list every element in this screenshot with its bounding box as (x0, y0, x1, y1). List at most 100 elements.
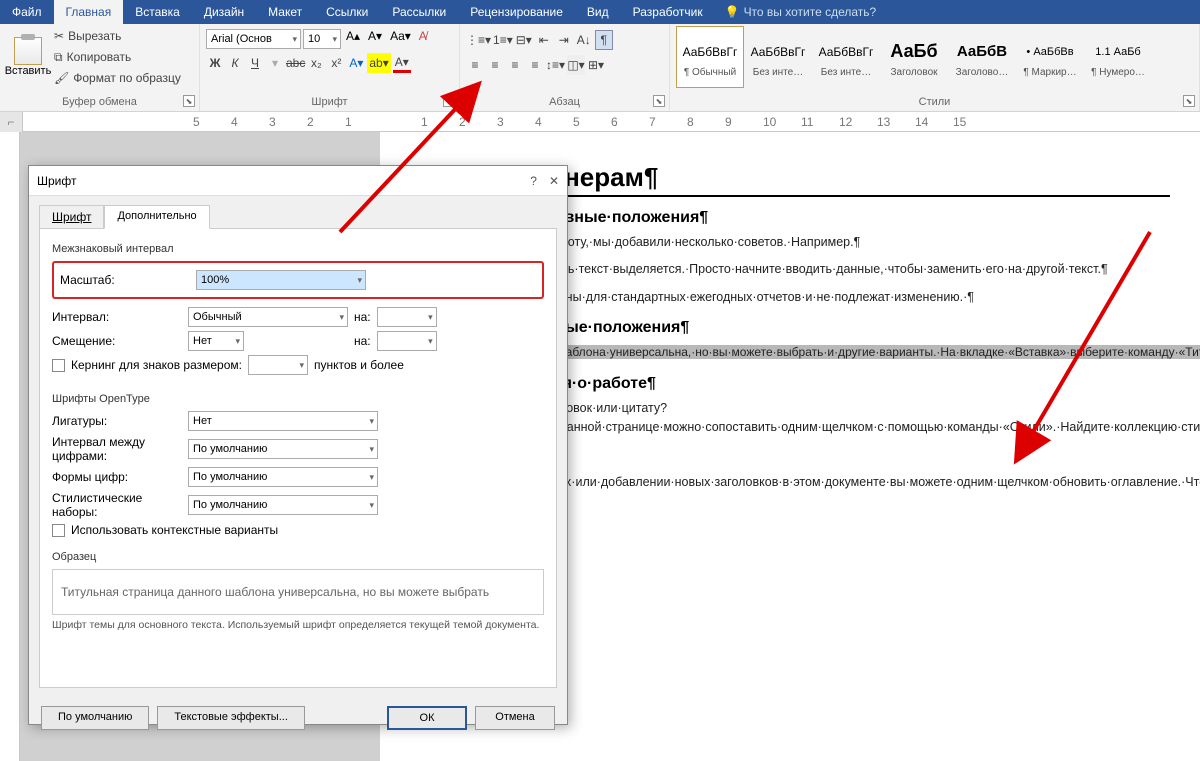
tab-font[interactable]: Шрифт (39, 205, 104, 229)
scale-label: Масштаб: (60, 273, 190, 287)
menu-file[interactable]: Файл (0, 0, 54, 24)
horizontal-ruler[interactable]: 54321123456789101112131415 (23, 112, 1200, 132)
menu-insert[interactable]: Вставка (123, 0, 192, 24)
scale-combo[interactable]: 100% (196, 270, 366, 290)
menu-references[interactable]: Ссылки (314, 0, 380, 24)
tell-me[interactable]: 💡Что вы хотите сделать? (715, 0, 887, 24)
font-size-combo[interactable]: 10 (303, 29, 341, 49)
interval-label: Интервал: (52, 310, 182, 324)
align-center-icon[interactable]: ≡ (486, 55, 504, 75)
style-tile[interactable]: АаБбЗаголовок (880, 26, 948, 88)
group-font: Arial (Основ 10 A▴ A▾ Aa▾ A̸ Ж К Ч ▾ abc… (200, 24, 460, 111)
bold-button[interactable]: Ж (206, 53, 224, 73)
number-spacing-combo[interactable]: По умолчанию (188, 439, 378, 459)
offset-combo[interactable]: Нет (188, 331, 244, 351)
sort-icon[interactable]: A↓ (575, 30, 593, 50)
tab-advanced[interactable]: Дополнительно (104, 205, 209, 229)
number-form-combo[interactable]: По умолчанию (188, 467, 378, 487)
dialog-note: Шрифт темы для основного текста. Использ… (52, 619, 544, 631)
menu-developer[interactable]: Разработчик (621, 0, 715, 24)
style-tile[interactable]: АаБбВвГг¶ Обычный (676, 26, 744, 88)
stylistic-sets-combo[interactable]: По умолчанию (188, 495, 378, 515)
outdent-icon[interactable]: ⇤ (535, 30, 553, 50)
bulb-icon: 💡 (725, 5, 740, 19)
cancel-button[interactable]: Отмена (475, 706, 555, 730)
strike-button[interactable]: abc (286, 53, 305, 73)
style-tile[interactable]: • АаБбВв¶ Маркир… (1016, 26, 1084, 88)
menu-layout[interactable]: Макет (256, 0, 314, 24)
font-color-icon[interactable]: A▾ (393, 53, 411, 73)
copy-button[interactable]: ⧉Копировать (54, 47, 181, 67)
copy-icon: ⧉ (54, 50, 63, 65)
default-button[interactable]: По умолчанию (41, 706, 149, 730)
contextual-checkbox[interactable] (52, 524, 65, 537)
menu-home[interactable]: Главная (54, 0, 124, 24)
borders-icon[interactable]: ⊞▾ (587, 55, 605, 75)
numbering-icon[interactable]: 1≡▾ (493, 30, 513, 50)
indent-icon[interactable]: ⇥ (555, 30, 573, 50)
multilevel-icon[interactable]: ⊟▾ (515, 30, 533, 50)
clipboard-icon (14, 37, 42, 65)
ok-button[interactable]: ОК (387, 706, 467, 730)
help-icon[interactable]: ? (530, 174, 537, 188)
menu-mailings[interactable]: Рассылки (380, 0, 458, 24)
style-tile[interactable]: АаБбВвГгБез инте… (812, 26, 880, 88)
paragraph-dialog-launcher[interactable]: ⬊ (653, 95, 665, 107)
styles-dialog-launcher[interactable]: ⬊ (1183, 95, 1195, 107)
offset-value-spinner[interactable] (377, 331, 437, 351)
text-effects-icon[interactable]: A▾ (347, 53, 365, 73)
close-icon[interactable]: ✕ (549, 174, 559, 188)
cut-button[interactable]: ✂Вырезать (54, 26, 181, 46)
sample-preview: Титульная страница данного шаблона униве… (52, 569, 544, 615)
menu-view[interactable]: Вид (575, 0, 621, 24)
superscript-button[interactable]: x² (327, 53, 345, 73)
styles-gallery[interactable]: АаБбВвГг¶ ОбычныйАаБбВвГгБез инте…АаБбВв… (676, 26, 1193, 88)
brush-icon: 🖌 (54, 71, 69, 85)
text-effects-button[interactable]: Текстовые эффекты... (157, 706, 305, 730)
style-tile[interactable]: АаБбВЗаголово… (948, 26, 1016, 88)
justify-icon[interactable]: ≡ (526, 55, 544, 75)
style-tile[interactable]: 1.1 АаБб¶ Нумеро… (1084, 26, 1152, 88)
group-paragraph: ⋮≡▾ 1≡▾ ⊟▾ ⇤ ⇥ A↓ ¶ ≡ ≡ ≡ ≡ ↕≡▾ ◫▾ ⊞▾ Аб… (460, 24, 670, 111)
highlight-icon[interactable]: ab▾ (367, 53, 390, 73)
group-label: Буфер обмена (6, 94, 193, 111)
italic-button[interactable]: К (226, 53, 244, 73)
clipboard-dialog-launcher[interactable]: ⬊ (183, 95, 195, 107)
interval-value-spinner[interactable] (377, 307, 437, 327)
grow-font-icon[interactable]: A▴ (343, 29, 363, 49)
align-left-icon[interactable]: ≡ (466, 55, 484, 75)
shading-icon[interactable]: ◫▾ (567, 55, 585, 75)
ligatures-combo[interactable]: Нет (188, 411, 378, 431)
menubar: Файл Главная Вставка Дизайн Макет Ссылки… (0, 0, 1200, 24)
shrink-font-icon[interactable]: A▾ (365, 29, 385, 49)
clear-format-icon[interactable]: A̸ (416, 29, 430, 49)
spacing-group-title: Межзнаковый интервал (52, 243, 544, 255)
dialog-titlebar[interactable]: Шрифт ? ✕ (29, 166, 567, 196)
group-clipboard: Вставить ✂Вырезать ⧉Копировать 🖌Формат п… (0, 24, 200, 111)
bullets-icon[interactable]: ⋮≡▾ (466, 30, 491, 50)
group-styles: АаБбВвГг¶ ОбычныйАаБбВвГгБез инте…АаБбВв… (670, 24, 1200, 111)
font-dialog-launcher[interactable]: ⬊ (443, 95, 455, 107)
kerning-checkbox[interactable] (52, 359, 65, 372)
style-tile[interactable]: АаБбВвГгБез инте… (744, 26, 812, 88)
dialog-title: Шрифт (37, 174, 76, 188)
font-dialog: Шрифт ? ✕ Шрифт Дополнительно Межзнаковы… (28, 165, 568, 725)
ruler-area: ⌐ 54321123456789101112131415 (0, 112, 1200, 132)
interval-combo[interactable]: Обычный (188, 307, 348, 327)
subscript-button[interactable]: x₂ (307, 53, 325, 73)
format-painter-button[interactable]: 🖌Формат по образцу (54, 68, 181, 88)
sample-title: Образец (52, 551, 544, 563)
vertical-ruler[interactable] (0, 132, 20, 761)
kerning-size-spinner[interactable] (248, 355, 308, 375)
underline-button[interactable]: Ч (246, 53, 264, 73)
menu-review[interactable]: Рецензирование (458, 0, 575, 24)
font-name-combo[interactable]: Arial (Основ (206, 29, 301, 49)
opentype-group-title: Шрифты OpenType (52, 393, 544, 405)
paste-button[interactable]: Вставить (6, 26, 50, 88)
offset-label: Смещение: (52, 334, 182, 348)
change-case-icon[interactable]: Aa▾ (387, 29, 414, 49)
align-right-icon[interactable]: ≡ (506, 55, 524, 75)
line-spacing-icon[interactable]: ↕≡▾ (546, 55, 565, 75)
menu-design[interactable]: Дизайн (192, 0, 256, 24)
show-marks-icon[interactable]: ¶ (595, 30, 613, 50)
